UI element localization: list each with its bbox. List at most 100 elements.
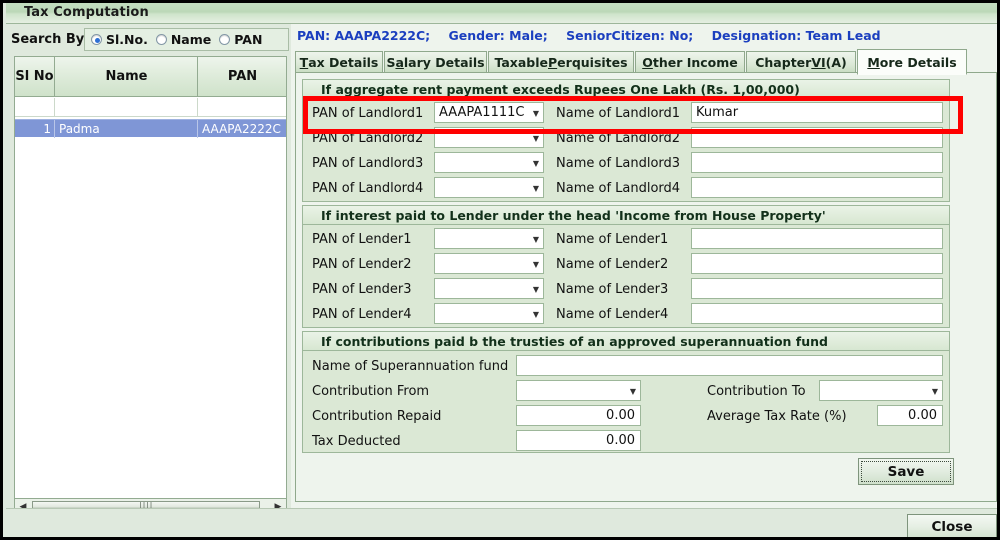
group-landlord: If aggregate rent payment exceeds Rupees… [302, 79, 950, 202]
tab-more-details[interactable]: More Details [857, 49, 967, 75]
grid-column-header-name[interactable]: Name [56, 57, 198, 96]
employee-info-bar: PAN: AAAPA2222C; Gender: Male; SeniorCit… [297, 28, 895, 43]
combo-pan-landlord3[interactable]: ▼ [434, 152, 544, 173]
label-name-landlord4: Name of Landlord4 [556, 181, 681, 196]
group-landlord-title: If aggregate rent payment exceeds Rupees… [303, 80, 949, 99]
tab-mnemonic-salary-details: a [395, 55, 404, 70]
chevron-down-icon[interactable]: ▼ [533, 128, 539, 147]
combo-pan-lender3[interactable]: ▼ [434, 278, 544, 299]
tab-mnemonic-taxable-perquisites: P [548, 55, 558, 70]
tab-label-chapter-vi-a-pre: Chapter [755, 55, 812, 70]
chevron-down-icon[interactable]: ▼ [932, 381, 938, 400]
chevron-down-icon[interactable]: ▼ [630, 381, 636, 400]
input-name-landlord2[interactable] [691, 127, 943, 148]
input-name-landlord4[interactable] [691, 177, 943, 198]
chevron-down-icon[interactable]: ▼ [533, 229, 539, 248]
tab-salary-details[interactable]: Sa lary Details [384, 51, 487, 73]
combo-pan-lender2[interactable]: ▼ [434, 253, 544, 274]
tab-chapter-vi-a[interactable]: Chapter VI (A) [746, 51, 856, 73]
value-average-tax-rate: 0.00 [908, 408, 937, 423]
grid-column-header-slno[interactable]: Sl No [15, 57, 55, 96]
chevron-down-icon[interactable]: ▼ [533, 279, 539, 298]
radio-icon-pan [219, 34, 231, 45]
input-name-lender1[interactable] [691, 228, 943, 249]
tab-label-chapter-vi-a-post: (A) [825, 55, 847, 70]
chevron-down-icon[interactable]: ▼ [533, 153, 539, 172]
save-button[interactable]: Save [858, 458, 954, 485]
landlord-row-4: PAN of Landlord4 ▼ Name of Landlord4 [303, 177, 949, 200]
radio-icon-slno [91, 34, 102, 45]
combo-pan-lender4[interactable]: ▼ [434, 303, 544, 324]
input-tax-deducted[interactable]: 0.00 [516, 430, 641, 451]
label-name-lender2: Name of Lender2 [556, 257, 669, 272]
chevron-down-icon[interactable]: ▼ [533, 254, 539, 273]
tab-label-taxable-perquisites-post: erquisites [557, 55, 628, 70]
tab-label-more-details-post: ore Details [879, 54, 957, 70]
combo-pan-lender1[interactable]: ▼ [434, 228, 544, 249]
close-button[interactable]: Close [907, 514, 997, 537]
label-name-landlord2: Name of Landlord2 [556, 131, 681, 146]
label-pan-landlord4: PAN of Landlord4 [312, 181, 424, 196]
tab-taxable-perquisites[interactable]: Taxable Perquisites [488, 51, 634, 73]
grid-cell-empty-slno [15, 97, 55, 116]
contribution-period-row: Contribution From ▼ Contribution To ▼ [303, 380, 949, 403]
tab-other-income[interactable]: Other Income [635, 51, 745, 73]
combo-contribution-from[interactable]: ▼ [516, 380, 641, 401]
input-contribution-repaid[interactable]: 0.00 [516, 405, 641, 426]
landlord-row-2: PAN of Landlord2 ▼ Name of Landlord2 [303, 127, 949, 150]
tab-tax-details[interactable]: Tax Details [295, 51, 383, 73]
label-contribution-from: Contribution From [312, 384, 430, 399]
grid-cell-empty-name [55, 97, 198, 116]
employee-grid[interactable]: Sl No Name PAN 1 Padma AAAPA2222C ◀ ||||… [14, 56, 287, 516]
label-average-tax-rate: Average Tax Rate (%) [707, 409, 847, 424]
label-contribution-to: Contribution To [707, 384, 806, 399]
tab-label-salary-details-pre: S [386, 55, 396, 70]
radio-label-pan: PAN [234, 32, 263, 47]
chevron-down-icon[interactable]: ▼ [533, 178, 539, 197]
combo-contribution-to[interactable]: ▼ [819, 380, 943, 401]
landlord-row-1: PAN of Landlord1 AAAPA1111C ▼ Name of La… [303, 102, 949, 125]
close-button-label: Close [931, 518, 973, 535]
grid-row-empty [15, 97, 286, 117]
search-by-row: Search By Sl.No. Name PAN [8, 28, 289, 52]
window-title: Tax Computation [24, 5, 149, 20]
input-name-landlord1[interactable]: Kumar [691, 102, 943, 123]
window-titlebar: Tax Computation [6, 3, 997, 24]
chevron-down-icon[interactable]: ▼ [533, 103, 539, 122]
label-pan-lender2: PAN of Lender2 [312, 257, 412, 272]
input-name-lender2[interactable] [691, 253, 943, 274]
input-name-landlord3[interactable] [691, 152, 943, 173]
grid-column-header-pan[interactable]: PAN [199, 57, 286, 96]
contribution-repaid-row: Contribution Repaid 0.00 Average Tax Rat… [303, 405, 949, 428]
table-row[interactable]: 1 Padma AAAPA2222C [15, 119, 286, 138]
input-name-lender4[interactable] [691, 303, 943, 324]
radio-option-slno[interactable]: Sl.No. [91, 32, 148, 47]
label-name-landlord1: Name of Landlord1 [556, 106, 681, 121]
group-superannuation: If contributions paid b the trusties of … [302, 331, 950, 453]
combo-pan-landlord2[interactable]: ▼ [434, 127, 544, 148]
group-superannuation-title: If contributions paid b the trusties of … [303, 332, 949, 351]
tab-mnemonic-chapter-vi-a: VI [811, 55, 826, 70]
combo-pan-landlord4[interactable]: ▼ [434, 177, 544, 198]
landlord-row-3: PAN of Landlord3 ▼ Name of Landlord3 [303, 152, 949, 175]
details-pane: PAN: AAAPA2222C; Gender: Male; SeniorCit… [291, 24, 997, 508]
chevron-down-icon[interactable]: ▼ [533, 304, 539, 323]
group-lender: If interest paid to Lender under the hea… [302, 205, 950, 328]
radio-option-pan[interactable]: PAN [219, 32, 262, 47]
label-name-landlord3: Name of Landlord3 [556, 156, 681, 171]
tab-panel-more-details: If aggregate rent payment exceeds Rupees… [295, 72, 997, 502]
combo-pan-landlord1[interactable]: AAAPA1111C ▼ [434, 102, 544, 123]
tab-label-other-income-post: ther Income [652, 55, 738, 70]
search-pane: Search By Sl.No. Name PAN Sl No Name PAN… [6, 24, 291, 516]
info-senior-citizen: SeniorCitizen: No; [566, 28, 694, 43]
tab-mnemonic-other-income: O [642, 55, 653, 70]
label-name-lender4: Name of Lender4 [556, 307, 669, 322]
tab-label-taxable-perquisites-pre: Taxable [494, 55, 548, 70]
input-fund-name[interactable] [516, 355, 943, 376]
input-average-tax-rate[interactable]: 0.00 [877, 405, 943, 426]
tab-label-tax-details-post: ax Details [308, 55, 379, 70]
grid-cell-name: Padma [55, 119, 198, 138]
label-name-lender3: Name of Lender3 [556, 282, 669, 297]
radio-option-name[interactable]: Name [155, 32, 211, 47]
input-name-lender3[interactable] [691, 278, 943, 299]
